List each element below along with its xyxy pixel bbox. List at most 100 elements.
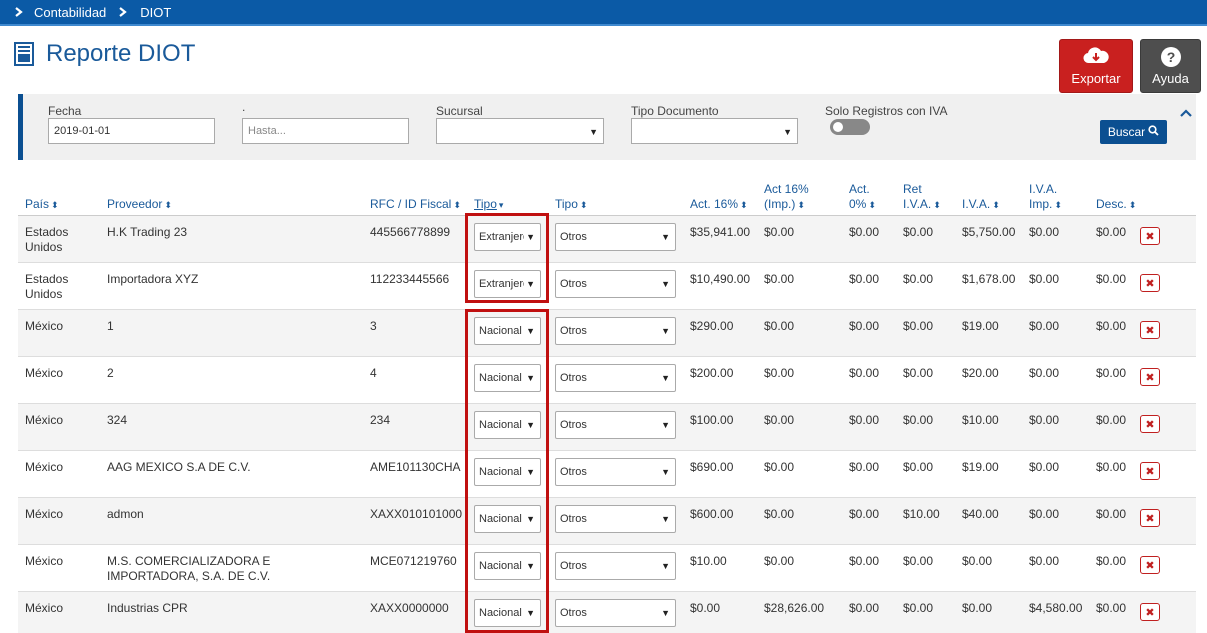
- cell-ivaimp: $0.00: [1029, 225, 1060, 239]
- search-button[interactable]: Buscar: [1100, 120, 1167, 144]
- column-header-rfc[interactable]: RFC / ID Fiscal ⬍: [370, 177, 461, 213]
- close-icon: ✖: [1145, 559, 1155, 572]
- cell-iva: $20.00: [962, 366, 999, 380]
- cell-retiva: $10.00: [903, 507, 940, 521]
- chevron-up-icon[interactable]: [1180, 104, 1192, 120]
- page-title: Reporte DIOT: [46, 40, 196, 67]
- delete-row-button[interactable]: ✖: [1140, 274, 1160, 292]
- table-row: México AAG MEXICO S.A DE C.V. AME101130CHA…: [18, 451, 1196, 498]
- cell-act16imp: $0.00: [764, 272, 795, 286]
- sucursal-select[interactable]: ▼: [436, 118, 604, 144]
- close-icon: ✖: [1145, 606, 1155, 619]
- table-row: Estados Unidos Importadora XYZ 11223344556…: [18, 263, 1196, 310]
- column-header-desc[interactable]: Desc. ⬍: [1096, 177, 1136, 213]
- tipo-operacion-value: Otros: [560, 607, 587, 619]
- export-label: Exportar: [1071, 71, 1121, 86]
- delete-row-button[interactable]: ✖: [1140, 227, 1160, 245]
- hasta-input[interactable]: Hasta...: [242, 118, 409, 144]
- cell-rfc: XAXX010101000: [370, 507, 463, 521]
- table-row: México 2 4 $200.00 $0.00 $0.00 $0.00 $20.00 $0.0…: [18, 357, 1196, 404]
- delete-row-button[interactable]: ✖: [1140, 321, 1160, 339]
- cell-pais: México: [25, 413, 64, 427]
- cell-rfc: MCE071219760: [370, 554, 457, 568]
- tipo-operacion-select[interactable]: Otros ▼: [555, 411, 676, 439]
- search-icon: [1148, 125, 1159, 139]
- cell-pais: México: [25, 366, 64, 380]
- tipo-operacion-select[interactable]: Otros ▼: [555, 317, 676, 345]
- tipo-operacion-select[interactable]: Otros ▼: [555, 458, 676, 486]
- cell-desc: $0.00: [1096, 413, 1127, 427]
- column-header-iva[interactable]: I.V.A. ⬍: [962, 177, 1000, 213]
- close-icon: ✖: [1145, 277, 1155, 290]
- cell-proveedor: 324: [107, 413, 128, 427]
- cell-retiva: $0.00: [903, 366, 934, 380]
- column-header-act0[interactable]: Act. 0% ⬍: [849, 177, 894, 213]
- close-icon: ✖: [1145, 465, 1155, 478]
- caret-down-icon: ▼: [659, 514, 670, 524]
- cell-ivaimp: $0.00: [1029, 413, 1060, 427]
- breadcrumb-diot[interactable]: DIOT: [140, 5, 171, 20]
- cell-act16: $10,490.00: [690, 272, 751, 286]
- chevron-right-icon: [14, 7, 24, 17]
- cell-iva: $1,678.00: [962, 272, 1016, 286]
- help-button[interactable]: ? Ayuda: [1140, 39, 1201, 93]
- delete-row-button[interactable]: ✖: [1140, 462, 1160, 480]
- column-header-act16[interactable]: Act. 16% ⬍: [690, 177, 748, 213]
- tipo-operacion-select[interactable]: Otros ▼: [555, 364, 676, 392]
- delete-row-button[interactable]: ✖: [1140, 368, 1160, 386]
- hasta-label: .: [242, 100, 246, 114]
- cell-iva: $0.00: [962, 554, 993, 568]
- tipo-operacion-select[interactable]: Otros ▼: [555, 270, 676, 298]
- solo-iva-label: Solo Registros con IVA: [825, 104, 948, 118]
- tipo-operacion-select[interactable]: Otros ▼: [555, 223, 676, 251]
- cell-ivaimp: $0.00: [1029, 319, 1060, 333]
- cell-proveedor: M.S. COMERCIALIZADORA E IMPORTADORA, S.A…: [107, 554, 271, 583]
- delete-row-button[interactable]: ✖: [1140, 509, 1160, 527]
- cell-rfc: 234: [370, 413, 391, 427]
- svg-text:?: ?: [1166, 49, 1175, 65]
- tipo-documento-select[interactable]: ▼: [631, 118, 798, 144]
- cell-pais: México: [25, 507, 64, 521]
- column-header-ivaimp[interactable]: I.V.A. Imp. ⬍: [1029, 177, 1071, 213]
- export-button[interactable]: Exportar: [1059, 39, 1133, 93]
- column-header-tipo-sorted[interactable]: Tipo ▾: [474, 177, 503, 213]
- tipo-operacion-value: Otros: [560, 372, 587, 384]
- cell-act16: $290.00: [690, 319, 734, 333]
- cell-desc: $0.00: [1096, 460, 1127, 474]
- caret-down-icon: ▼: [659, 232, 670, 242]
- tipo-operacion-select[interactable]: Otros ▼: [555, 505, 676, 533]
- tipo-operacion-select[interactable]: Otros ▼: [555, 599, 676, 627]
- cell-act16imp: $0.00: [764, 225, 795, 239]
- delete-row-button[interactable]: ✖: [1140, 415, 1160, 433]
- solo-iva-toggle[interactable]: [830, 119, 870, 135]
- column-header-retiva[interactable]: Ret I.V.A. ⬍: [903, 177, 948, 213]
- breadcrumb-contabilidad[interactable]: Contabilidad: [34, 5, 106, 20]
- cell-act16imp: $0.00: [764, 554, 795, 568]
- delete-row-button[interactable]: ✖: [1140, 556, 1160, 574]
- highlight-box-nacional: [465, 309, 549, 633]
- cell-act16imp: $0.00: [764, 507, 795, 521]
- caret-down-icon: ▼: [659, 467, 670, 477]
- cell-retiva: $0.00: [903, 319, 934, 333]
- cell-act0: $0.00: [849, 460, 880, 474]
- cell-act16: $600.00: [690, 507, 734, 521]
- cell-retiva: $0.00: [903, 601, 934, 615]
- help-label: Ayuda: [1152, 71, 1189, 86]
- column-header-proveedor[interactable]: Proveedor ⬍: [107, 177, 172, 213]
- caret-down-icon: ▼: [783, 127, 792, 137]
- tipo-operacion-value: Otros: [560, 419, 587, 431]
- cell-desc: $0.00: [1096, 272, 1127, 286]
- tipo-operacion-select[interactable]: Otros ▼: [555, 552, 676, 580]
- fecha-input[interactable]: 2019-01-01: [48, 118, 215, 144]
- cell-act0: $0.00: [849, 272, 880, 286]
- question-icon: ?: [1160, 46, 1182, 67]
- column-header-pais[interactable]: País ⬍: [25, 177, 59, 213]
- cell-ivaimp: $0.00: [1029, 272, 1060, 286]
- close-icon: ✖: [1145, 418, 1155, 431]
- column-header-tipo[interactable]: Tipo ⬍: [555, 177, 587, 213]
- cell-pais: México: [25, 554, 64, 568]
- cell-proveedor: Industrias CPR: [107, 601, 188, 615]
- cell-act0: $0.00: [849, 319, 880, 333]
- delete-row-button[interactable]: ✖: [1140, 603, 1160, 621]
- column-header-act16imp[interactable]: Act 16% (Imp.) ⬍: [764, 177, 824, 213]
